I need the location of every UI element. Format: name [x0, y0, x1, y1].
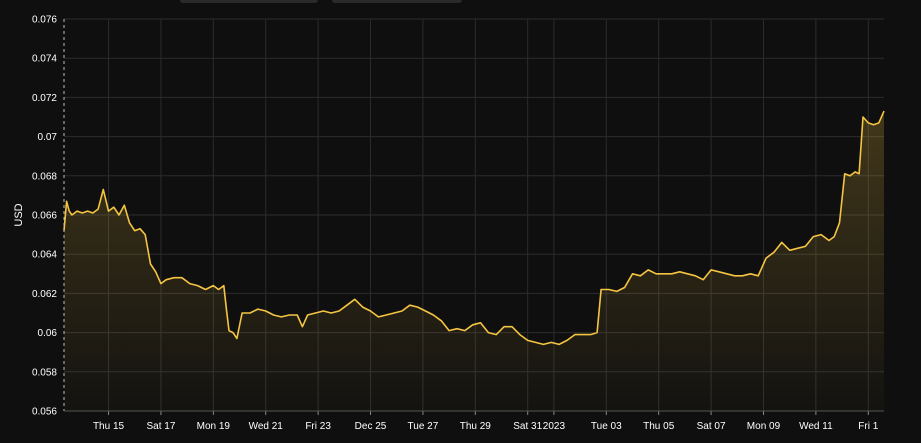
y-tick-label: 0.062 — [32, 289, 57, 300]
x-tick-label: Mon 19 — [197, 421, 231, 432]
y-axis-title: USD — [13, 203, 25, 226]
x-tick-label: Fri 1 — [858, 421, 878, 432]
x-tick-label: Thu 15 — [93, 421, 125, 432]
y-tick-label: 0.066 — [32, 211, 57, 222]
y-tick-label: 0.058 — [32, 367, 57, 378]
x-tick-labels: Thu 15 Sat 17 Mon 19 Wed 21 Fri 23 Dec 25 Tue … — [93, 421, 879, 432]
x-tick-label: Dec 25 — [355, 421, 387, 432]
y-tick-label: 0.06 — [38, 328, 58, 339]
x-tick-label: Mon 09 — [747, 421, 781, 432]
x-tick-label: Sat 07 — [697, 421, 726, 432]
chart-svg: 0.056 0.058 0.06 0.062 0.064 0.066 0.068 0.07 0.… — [13, 15, 885, 432]
y-tick-labels: 0.056 0.058 0.06 0.062 0.064 0.066 0.068 0.07 0.… — [32, 15, 57, 418]
x-tick-label: Thu 29 — [460, 421, 492, 432]
y-tick-label: 0.056 — [32, 407, 57, 418]
x-tick-label: Fri 23 — [305, 421, 331, 432]
y-tick-label: 0.074 — [32, 54, 57, 65]
y-tick-label: 0.072 — [32, 93, 57, 104]
x-tick-label: Sat 31 — [513, 421, 542, 432]
series-area — [64, 111, 884, 411]
y-tick-label: 0.076 — [32, 15, 57, 26]
y-tick-label: 0.068 — [32, 171, 57, 182]
x-tick-label: Wed 11 — [799, 421, 833, 432]
x-tick-label: Tue 27 — [408, 421, 439, 432]
y-tick-label: 0.07 — [38, 132, 58, 143]
x-tick-label: Wed 21 — [249, 421, 284, 432]
x-tick-label: Tue 03 — [591, 421, 622, 432]
y-tick-label: 0.064 — [32, 250, 57, 261]
area-fill — [64, 111, 884, 411]
x-tick-label: Sat 17 — [146, 421, 175, 432]
price-chart: 0.056 0.058 0.06 0.062 0.064 0.066 0.068 0.07 0.… — [0, 0, 921, 443]
x-tick-label: Thu 05 — [643, 421, 675, 432]
x-tick-label: 2023 — [543, 421, 566, 432]
